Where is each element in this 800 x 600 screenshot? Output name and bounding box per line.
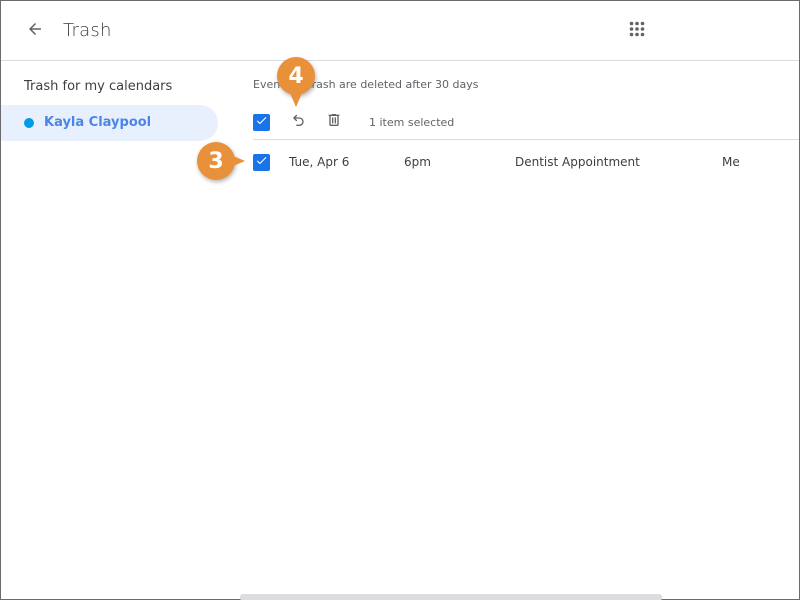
event-date: Tue, Apr 6: [289, 155, 350, 169]
google-apps-button[interactable]: [623, 17, 651, 45]
event-time: 6pm: [404, 155, 431, 169]
sidebar: Trash for my calendars Kayla Claypool: [1, 62, 231, 599]
step-callout-4: 4: [277, 57, 315, 107]
delete-forever-button[interactable]: [324, 112, 344, 132]
event-owner: Me: [722, 155, 740, 169]
step-callout-3: 3: [197, 142, 245, 180]
back-button[interactable]: [19, 15, 51, 47]
trash-icon: [326, 112, 342, 133]
header-bar: Trash: [1, 1, 799, 61]
restore-button[interactable]: [289, 112, 309, 132]
calendar-color-dot: [24, 118, 34, 128]
arrow-left-icon: [26, 20, 44, 43]
select-all-checkbox[interactable]: [253, 114, 270, 131]
checkmark-icon: [255, 154, 268, 172]
app-window: Trash Trash for my calendars Kayla Clayp…: [0, 0, 800, 600]
event-title: Dentist Appointment: [515, 155, 640, 169]
selection-status: 1 item selected: [369, 116, 455, 129]
sidebar-item-label: Kayla Claypool: [44, 115, 152, 130]
apps-grid-icon: [629, 21, 645, 42]
sidebar-heading: Trash for my calendars: [24, 79, 173, 94]
horizontal-scrollbar[interactable]: [240, 594, 662, 600]
sidebar-item-kayla-claypool[interactable]: Kayla Claypool: [1, 105, 218, 141]
row-checkbox[interactable]: [253, 154, 270, 171]
checkmark-icon: [255, 114, 268, 132]
page-title: Trash: [63, 20, 112, 41]
undo-icon: [291, 112, 307, 133]
table-row[interactable]: Tue, Apr 6 6pm Dentist Appointment Me: [253, 142, 799, 182]
selection-toolbar: 1 item selected: [253, 110, 799, 140]
